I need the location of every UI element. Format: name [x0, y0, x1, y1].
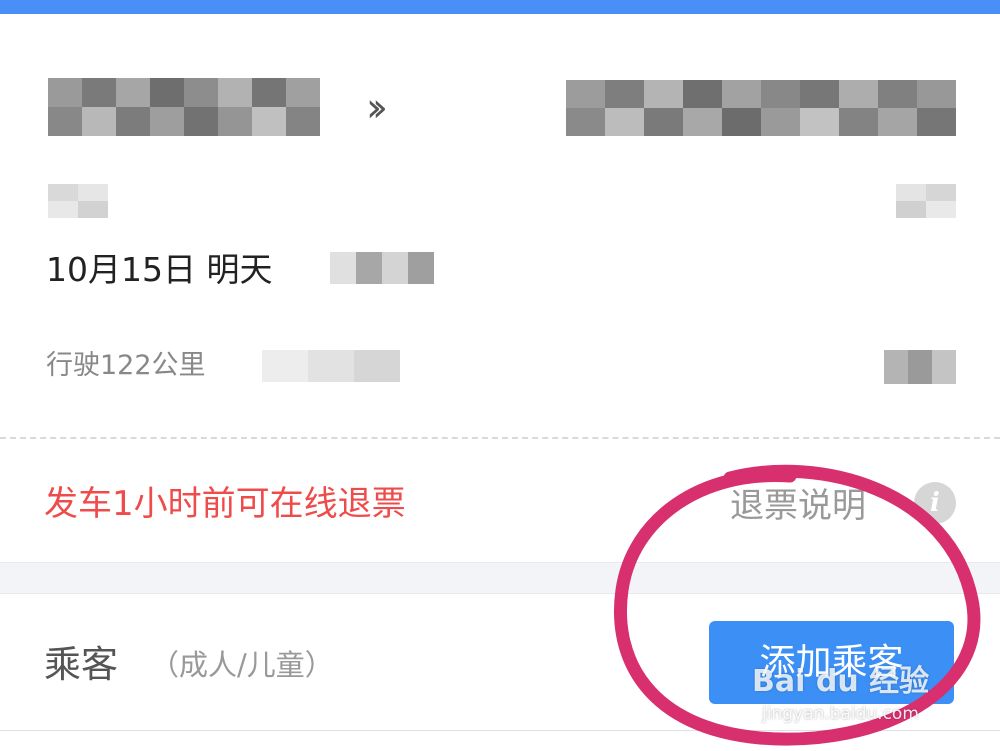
departure-time [330, 252, 434, 284]
bottom-divider [0, 730, 1000, 731]
origin-station-name [48, 78, 320, 136]
passenger-label: 乘客 [44, 643, 118, 686]
refund-policy-note: 发车1小时前可在线退票 [44, 484, 406, 524]
passenger-type-hint: （成人/儿童） [150, 648, 334, 682]
watermark-url: jingyan.baidu.com [762, 704, 919, 724]
trip-distance: 行驶122公里 [46, 350, 206, 381]
info-icon[interactable]: i [914, 482, 956, 524]
destination-station-name [566, 80, 956, 136]
trip-duration [262, 350, 400, 382]
dashed-divider [0, 437, 1000, 439]
watermark-logo: Bai du 经验 [752, 664, 930, 699]
double-chevron-right-icon: ›› [366, 85, 388, 131]
origin-sublabel [48, 184, 108, 218]
section-separator [0, 562, 1000, 594]
top-accent-bar [0, 0, 1000, 14]
refund-instructions-link[interactable]: 退票说明 [730, 484, 866, 528]
departure-date: 10月15日 明天 [46, 250, 273, 289]
destination-sublabel [896, 184, 956, 218]
ticket-price [884, 350, 956, 384]
